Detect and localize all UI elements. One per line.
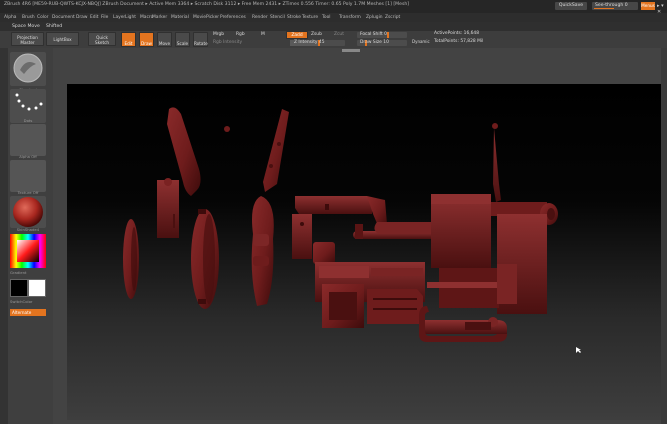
menu-light[interactable]: Light <box>125 15 136 20</box>
sub-bar: Space Move Shifted <box>0 22 667 31</box>
switchcolor-label[interactable]: SwitchColor <box>10 299 46 304</box>
menu-stroke[interactable]: Stroke <box>287 15 301 20</box>
quick-sketch-button[interactable]: Quick Sketch <box>88 32 116 46</box>
color-picker[interactable] <box>10 234 46 268</box>
menu-document[interactable]: Document <box>52 15 75 20</box>
menu-render[interactable]: Render <box>252 15 268 20</box>
menu-zscript[interactable]: Zscript <box>385 15 400 20</box>
secondary-color-swatch[interactable] <box>28 279 46 297</box>
m-toggle[interactable]: M <box>261 32 265 37</box>
texture-label: Texture Off <box>17 190 39 195</box>
zadd-toggle[interactable]: Zadd <box>286 31 308 39</box>
mesh-parts <box>123 107 558 342</box>
alpha-label: Alpha Off <box>19 154 37 159</box>
mesh-render <box>123 107 558 342</box>
menu-preferences[interactable]: Preferences <box>220 15 246 20</box>
draw-size-label: Draw Size 10 <box>360 40 389 45</box>
z-intensity-label: Z Intensity 45 <box>294 40 325 45</box>
draw-size-slider[interactable]: Draw Size 10 <box>357 40 407 46</box>
focal-shift-label: Focal Shift 0 <box>360 32 387 37</box>
main-color-swatch[interactable] <box>10 279 28 297</box>
z-intensity-slider[interactable]: Z Intensity 45 <box>290 40 345 46</box>
mrgb-toggle[interactable]: Mrgb <box>213 32 224 37</box>
stroke-label: Dots <box>23 118 33 123</box>
see-through-slider[interactable]: See-through 0 <box>592 2 638 10</box>
window-title: ZBrush 4R6 [ME59-RUB-QWTS-KCJX-NBQJ] ZBr… <box>4 2 410 7</box>
menu-brush[interactable]: Brush <box>22 15 35 20</box>
see-through-bar <box>594 8 614 9</box>
menu-stencil[interactable]: Stencil <box>270 15 285 20</box>
menu-marker[interactable]: Marker <box>152 15 167 20</box>
menus-button[interactable]: Menus <box>641 2 655 10</box>
focal-shift-slider[interactable]: Focal Shift 0 <box>357 32 407 38</box>
rgb-intensity-slider[interactable]: Rgb Intensity <box>213 40 242 45</box>
rotate-button[interactable]: Rotate <box>193 32 208 47</box>
dynamic-toggle[interactable]: Dynamic <box>412 39 430 44</box>
menu-alpha[interactable]: Alpha <box>4 15 16 20</box>
menu-color[interactable]: Color <box>37 15 48 20</box>
rgb-toggle[interactable]: Rgb <box>236 32 245 37</box>
material-label: SkinShade4 <box>16 227 40 232</box>
zcut-toggle[interactable]: Zcut <box>334 32 344 37</box>
menu-transform[interactable]: Transform <box>339 15 361 20</box>
menu-material[interactable]: Material <box>171 15 189 20</box>
shifted-label[interactable]: Shifted <box>46 24 62 29</box>
menu-file[interactable]: File <box>101 15 108 20</box>
standard-brush-icon <box>13 53 43 83</box>
menu-bar: Alpha Brush Color Document Draw Edit File Layer… <box>0 13 667 22</box>
draw-button[interactable]: Draw <box>139 32 154 47</box>
menu-layer[interactable]: Layer <box>113 15 125 20</box>
menu-edit[interactable]: Edit <box>90 15 99 20</box>
menu-zplugin[interactable]: Zplugin <box>366 15 383 20</box>
left-tray-track[interactable] <box>0 48 8 424</box>
cursor-icon <box>576 347 581 353</box>
material-thumbnail[interactable] <box>10 196 46 228</box>
move-button[interactable]: Move <box>157 32 172 47</box>
total-points-readout: TotalPoints: 57,828 Mil <box>434 39 484 44</box>
active-points-readout: ActivePoints: 16,648 <box>434 31 480 36</box>
menu-draw[interactable]: Draw <box>76 15 87 20</box>
alternate-button[interactable]: Alternate <box>10 309 46 316</box>
projection-master-button[interactable]: Projection Master <box>11 32 44 46</box>
scale-button[interactable]: Scale <box>175 32 190 47</box>
canvas-scroll-handle[interactable] <box>342 49 360 52</box>
texture-thumbnail[interactable] <box>10 160 46 192</box>
edit-button[interactable]: Edit <box>121 32 136 47</box>
gradient-label[interactable]: Gradient <box>10 270 46 275</box>
material-sphere-icon <box>13 197 43 227</box>
viewport[interactable] <box>67 84 661 420</box>
alpha-thumbnail[interactable] <box>10 124 46 156</box>
right-shelf <box>661 48 667 424</box>
top-shelf: Projection Master LightBox Quick Sketch … <box>0 31 667 49</box>
space-move-label[interactable]: Space Move <box>12 24 40 29</box>
menu-movie[interactable]: Movie <box>193 15 206 20</box>
quicksave-button[interactable]: QuickSave <box>555 2 587 10</box>
brush-thumbnail[interactable] <box>10 52 46 86</box>
color-picker-swatch <box>10 234 46 268</box>
menu-texture[interactable]: Texture <box>302 15 318 20</box>
zsub-toggle[interactable]: Zsub <box>311 32 322 37</box>
title-bar: ZBrush 4R6 [ME59-RUB-QWTS-KCJX-NBQJ] ZBr… <box>0 0 667 15</box>
menu-picker[interactable]: Picker <box>206 15 219 20</box>
lightbox-button[interactable]: LightBox <box>46 32 79 46</box>
focal-shift-handle[interactable] <box>387 32 389 38</box>
menu-tool[interactable]: Tool <box>322 15 331 20</box>
